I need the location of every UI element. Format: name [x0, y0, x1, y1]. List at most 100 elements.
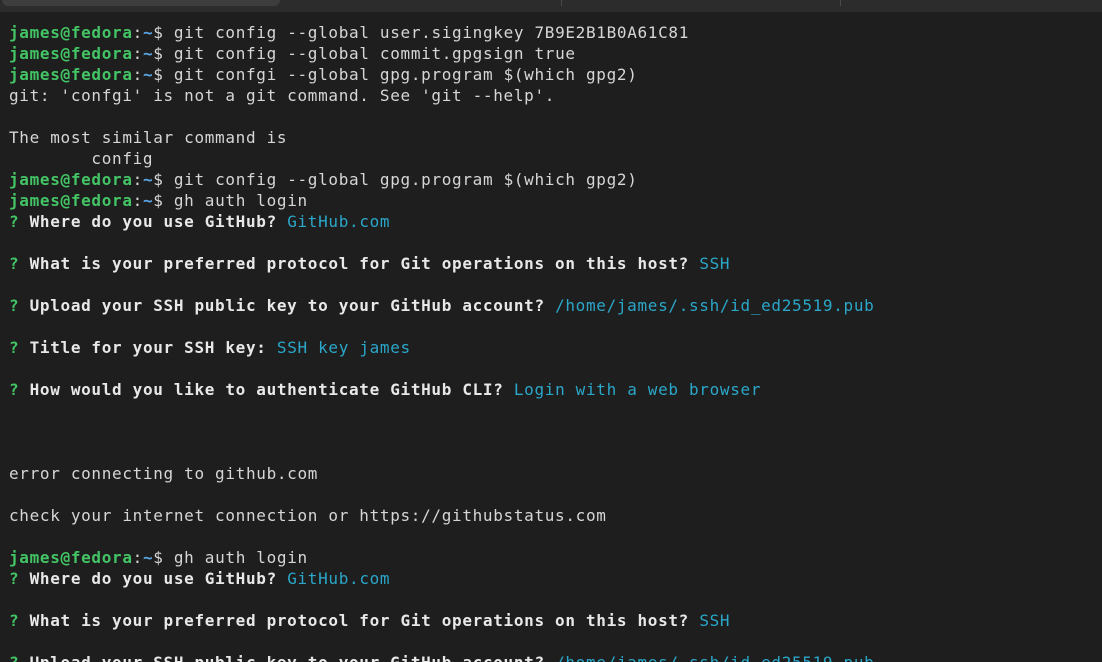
output-line: The most similar command is	[9, 127, 1099, 148]
output-line: git: 'confgi' is not a git command. See …	[9, 85, 1099, 106]
question-gap	[545, 296, 555, 315]
question-text: How would you like to authenticate GitHu…	[29, 380, 504, 399]
prompt-question-line: ? What is your preferred protocol for Gi…	[9, 610, 1099, 631]
prompt-colon: :	[132, 44, 143, 63]
answer-text: SSH	[699, 254, 731, 273]
answer-text: Login with a web browser	[513, 380, 762, 399]
question-gap	[267, 338, 277, 357]
question-text: Upload your SSH public key to your GitHu…	[29, 296, 545, 315]
command-text: git config --global commit.gpgsign true	[173, 44, 576, 63]
prompt-symbol: $	[153, 548, 174, 567]
prompt-symbol: $	[153, 170, 174, 189]
prompt-path: ~	[142, 170, 154, 189]
question-gap	[689, 611, 699, 630]
prompt-colon: :	[132, 23, 143, 42]
question-mark-icon: ?	[9, 212, 30, 231]
command-line: james@fedora:~$ git config --global gpg.…	[9, 169, 1099, 190]
question-gap	[504, 380, 514, 399]
prompt-symbol: $	[153, 23, 174, 42]
output-line: error connecting to github.com	[9, 463, 1099, 484]
question-text: Upload your SSH public key to your GitHu…	[30, 653, 545, 662]
question-gap	[545, 653, 555, 662]
prompt-colon: :	[132, 191, 143, 210]
output-text: config	[9, 149, 154, 168]
prompt-path: ~	[142, 65, 154, 84]
prompt-colon: :	[132, 65, 143, 84]
answer-text: SSH key james	[276, 338, 411, 357]
prompt-colon: :	[132, 548, 143, 567]
prompt-user-host: james@fedora	[9, 548, 133, 567]
output-line: config	[9, 148, 1099, 169]
answer-text: GitHub.com	[287, 212, 391, 231]
output-line: check your internet connection or https:…	[9, 505, 1099, 526]
question-mark-icon: ?	[9, 254, 30, 273]
prompt-symbol: $	[153, 65, 174, 84]
terminal-output[interactable]: james@fedora:~$ git config --global user…	[9, 22, 1099, 662]
prompt-question-line: ? What is your preferred protocol for Gi…	[9, 253, 1099, 274]
prompt-user-host: james@fedora	[9, 65, 133, 84]
question-mark-icon: ?	[9, 380, 30, 399]
prompt-user-host: james@fedora	[9, 170, 133, 189]
prompt-user-host: james@fedora	[9, 191, 133, 210]
prompt-question-line: ? How would you like to authenticate Git…	[9, 379, 1099, 400]
question-mark-icon: ?	[9, 296, 30, 315]
prompt-path: ~	[142, 191, 154, 210]
question-text: What is your preferred protocol for Git …	[29, 611, 689, 630]
question-mark-icon: ?	[9, 338, 30, 357]
command-line: james@fedora:~$ git config --global user…	[9, 22, 1099, 43]
answer-text: /home/james/.ssh/id_ed25519.pub	[555, 296, 875, 315]
command-text: gh auth login	[173, 191, 308, 210]
question-gap	[277, 569, 287, 588]
prompt-question-line: ? Title for your SSH key: SSH key james	[9, 337, 1099, 358]
tab-active[interactable]	[2, 0, 280, 6]
tab-bar	[0, 0, 1102, 12]
prompt-path: ~	[142, 548, 154, 567]
tab-separator	[561, 0, 562, 6]
command-text: git config --global gpg.program $(which …	[173, 170, 638, 189]
output-text: error connecting to github.com	[9, 464, 319, 483]
answer-text: /home/james/.ssh/id_ed25519.pub	[555, 653, 874, 662]
output-text: check your internet connection or https:…	[9, 506, 607, 525]
question-text: What is your preferred protocol for Git …	[29, 254, 689, 273]
tab-separator	[840, 0, 841, 6]
prompt-question-line: ? Where do you use GitHub? GitHub.com	[9, 568, 1099, 589]
command-line: james@fedora:~$ gh auth login	[9, 190, 1099, 211]
answer-text: SSH	[699, 611, 731, 630]
prompt-question-line: ? Upload your SSH public key to your Git…	[9, 295, 1099, 316]
command-line: james@fedora:~$ git confgi --global gpg.…	[9, 64, 1099, 85]
command-text: gh auth login	[173, 548, 308, 567]
output-text: git: 'confgi' is not a git command. See …	[9, 86, 556, 105]
answer-text: GitHub.com	[287, 569, 391, 588]
question-mark-icon: ?	[9, 569, 30, 588]
prompt-question-line: ? Where do you use GitHub? GitHub.com	[9, 211, 1099, 232]
prompt-question-line: ? Upload your SSH public key to your Git…	[9, 652, 1099, 662]
command-line: james@fedora:~$ gh auth login	[9, 547, 1099, 568]
command-text: git confgi --global gpg.program $(which …	[173, 65, 638, 84]
question-text: Title for your SSH key:	[29, 338, 267, 357]
prompt-user-host: james@fedora	[9, 44, 133, 63]
prompt-path: ~	[142, 44, 154, 63]
prompt-colon: :	[132, 170, 143, 189]
question-text: Where do you use GitHub?	[29, 212, 277, 231]
prompt-symbol: $	[153, 44, 174, 63]
output-text: The most similar command is	[9, 128, 288, 147]
question-gap	[277, 212, 287, 231]
command-text: git config --global user.sigingkey 7B9E2…	[173, 23, 690, 42]
question-text: Where do you use GitHub?	[29, 569, 277, 588]
prompt-symbol: $	[153, 191, 174, 210]
question-mark-icon: ?	[9, 653, 30, 662]
question-mark-icon: ?	[9, 611, 30, 630]
prompt-user-host: james@fedora	[9, 23, 133, 42]
